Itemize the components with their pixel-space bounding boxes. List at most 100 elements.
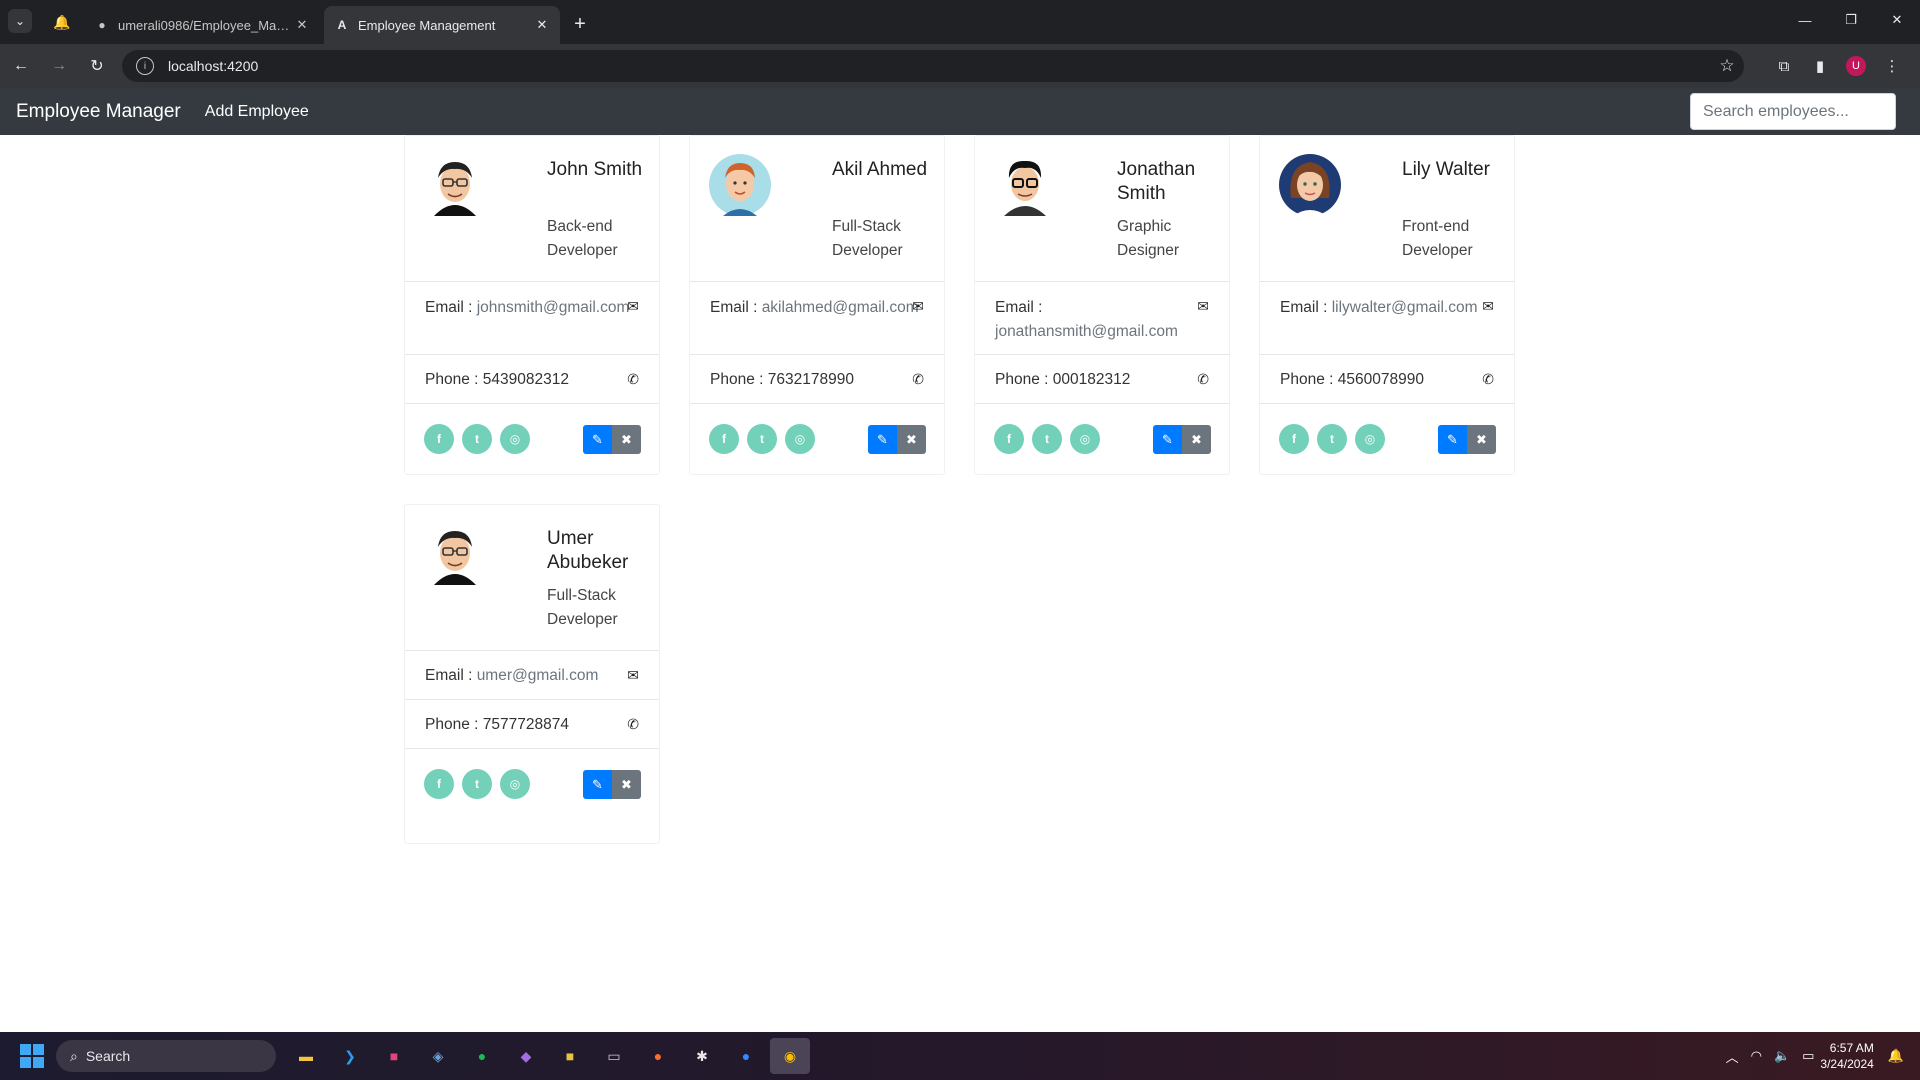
- browser-toolbar: ← → ↻ i localhost:4200 ☆ ⧉ ▮ U ⋮: [0, 44, 1920, 88]
- profile-avatar[interactable]: U: [1846, 56, 1866, 76]
- visual-studio-icon[interactable]: ◆: [506, 1038, 546, 1074]
- slack-icon[interactable]: ✱: [682, 1038, 722, 1074]
- side-panel-icon[interactable]: ▮: [1802, 57, 1838, 75]
- taskbar-search[interactable]: ⌕ Search: [56, 1040, 276, 1072]
- tab-github[interactable]: ● umerali0986/Employee_Manag ✕: [84, 6, 320, 44]
- employee-name: Jonathan Smith: [1117, 159, 1196, 204]
- edit-employee-button[interactable]: ✎: [1153, 425, 1182, 454]
- delete-employee-button[interactable]: ✖: [612, 770, 641, 799]
- battery-icon[interactable]: ▭: [1802, 1048, 1814, 1064]
- minimize-icon[interactable]: —: [1782, 0, 1828, 40]
- email-label: Email :: [425, 667, 473, 684]
- card-actions: f t ◎ ✎ ✖: [975, 404, 1229, 474]
- edit-employee-button[interactable]: ✎: [1438, 425, 1467, 454]
- postgresql-icon[interactable]: ◈: [418, 1038, 458, 1074]
- email-label: Email :: [425, 299, 473, 316]
- tab-search-chevron-icon[interactable]: ⌄: [8, 9, 32, 33]
- card-header: Jonathan Smith Graphic Designer: [975, 136, 1229, 282]
- back-arrow-icon[interactable]: ←: [4, 49, 38, 83]
- pinned-tab-bell-icon[interactable]: 🔔: [44, 6, 80, 38]
- twitter-icon[interactable]: t: [462, 424, 492, 454]
- facebook-icon[interactable]: f: [994, 424, 1024, 454]
- email-label: Email :: [1280, 299, 1328, 316]
- taskbar-clock[interactable]: 6:57 AM 3/24/2024: [1820, 1040, 1873, 1072]
- employee-job-title: Graphic Designer: [1117, 218, 1180, 259]
- facebook-icon[interactable]: f: [1279, 424, 1309, 454]
- employee-name: Lily Walter: [1402, 159, 1490, 180]
- twitter-icon[interactable]: t: [1032, 424, 1062, 454]
- volume-icon[interactable]: 🔈: [1774, 1048, 1790, 1064]
- github-icon[interactable]: ◎: [500, 424, 530, 454]
- github-icon[interactable]: ◎: [1070, 424, 1100, 454]
- address-bar[interactable]: i localhost:4200 ☆: [122, 50, 1744, 82]
- tab-title: Employee Management: [358, 17, 496, 33]
- navbar-brand[interactable]: Employee Manager: [16, 101, 181, 123]
- clock-date: 3/24/2024: [1820, 1057, 1874, 1071]
- phone-icon: ✆: [627, 371, 639, 387]
- github-icon[interactable]: ◎: [1355, 424, 1385, 454]
- email-row: Email : akilahmed@gmail.com ✉: [690, 282, 944, 355]
- restore-icon[interactable]: ❐: [1828, 0, 1874, 40]
- email-label: Email :: [710, 299, 758, 316]
- bookmark-star-icon[interactable]: ☆: [1710, 56, 1744, 76]
- zoom-icon[interactable]: ●: [726, 1038, 766, 1074]
- phone-icon: ✆: [1482, 371, 1494, 387]
- twitter-icon[interactable]: t: [747, 424, 777, 454]
- tab-close-icon[interactable]: ✕: [534, 17, 550, 33]
- github-icon[interactable]: ◎: [500, 769, 530, 799]
- facebook-icon[interactable]: f: [424, 424, 454, 454]
- employee-name: John Smith: [547, 159, 643, 180]
- edit-employee-button[interactable]: ✎: [583, 770, 612, 799]
- delete-employee-button[interactable]: ✖: [1182, 425, 1211, 454]
- reload-icon[interactable]: ↻: [80, 49, 114, 83]
- spotify-icon[interactable]: ●: [462, 1038, 502, 1074]
- tab-employee-management[interactable]: A Employee Management ✕: [324, 6, 560, 44]
- edit-employee-button[interactable]: ✎: [583, 425, 612, 454]
- window-controls: — ❐ ✕: [1782, 0, 1920, 40]
- phone-row: Phone : 000182312 ✆: [975, 355, 1229, 404]
- employee-card: Umer Abubeker Full-Stack Developer Email…: [404, 504, 660, 844]
- phone-label: Phone :: [710, 371, 764, 388]
- delete-employee-button[interactable]: ✖: [897, 425, 926, 454]
- wifi-icon[interactable]: ◠: [1751, 1048, 1762, 1064]
- card-header: Akil Ahmed Full-Stack Developer: [690, 136, 944, 282]
- close-window-icon[interactable]: ✕: [1874, 0, 1920, 40]
- windows-start-icon[interactable]: [20, 1044, 44, 1068]
- tray-chevron-up-icon[interactable]: ︿: [1726, 1047, 1739, 1066]
- envelope-icon: ✉: [627, 298, 639, 314]
- chrome-icon[interactable]: ◉: [770, 1038, 810, 1074]
- email-label: Email :: [995, 299, 1043, 316]
- pycharm-icon[interactable]: ■: [550, 1038, 590, 1074]
- email-row: Email : umer@gmail.com ✉: [405, 651, 659, 700]
- facebook-icon[interactable]: f: [709, 424, 739, 454]
- more-menu-icon[interactable]: ⋮: [1874, 57, 1910, 75]
- add-employee-link[interactable]: Add Employee: [205, 103, 309, 121]
- twitter-icon[interactable]: t: [1317, 424, 1347, 454]
- new-tab-plus-icon[interactable]: +: [566, 10, 594, 38]
- postman-icon[interactable]: ●: [638, 1038, 678, 1074]
- search-icon: ⌕: [70, 1047, 78, 1064]
- phone-label: Phone :: [425, 716, 479, 733]
- extensions-puzzle-icon[interactable]: ⧉: [1766, 58, 1802, 75]
- vscode-icon[interactable]: ❯: [330, 1038, 370, 1074]
- card-actions: f t ◎ ✎ ✖: [405, 404, 659, 474]
- intellij-icon[interactable]: ■: [374, 1038, 414, 1074]
- terminal-icon[interactable]: ▭: [594, 1038, 634, 1074]
- forward-arrow-icon[interactable]: →: [42, 49, 76, 83]
- facebook-icon[interactable]: f: [424, 769, 454, 799]
- tab-close-icon[interactable]: ✕: [294, 17, 310, 33]
- github-icon[interactable]: ◎: [785, 424, 815, 454]
- phone-label: Phone :: [995, 371, 1049, 388]
- site-info-icon[interactable]: i: [136, 57, 154, 75]
- file-explorer-icon[interactable]: ▬: [286, 1038, 326, 1074]
- delete-employee-button[interactable]: ✖: [1467, 425, 1496, 454]
- phone-row: Phone : 7577728874 ✆: [405, 700, 659, 749]
- edit-employee-button[interactable]: ✎: [868, 425, 897, 454]
- employee-name: Umer Abubeker: [547, 528, 629, 573]
- search-employees-input[interactable]: [1690, 93, 1896, 130]
- system-tray: ︿ ◠ 🔈 ▭ 6:57 AM 3/24/2024 🔔: [1720, 1032, 1910, 1080]
- notification-bell-icon[interactable]: 🔔: [1888, 1048, 1904, 1064]
- twitter-icon[interactable]: t: [462, 769, 492, 799]
- delete-employee-button[interactable]: ✖: [612, 425, 641, 454]
- phone-value: 5439082312: [482, 371, 569, 388]
